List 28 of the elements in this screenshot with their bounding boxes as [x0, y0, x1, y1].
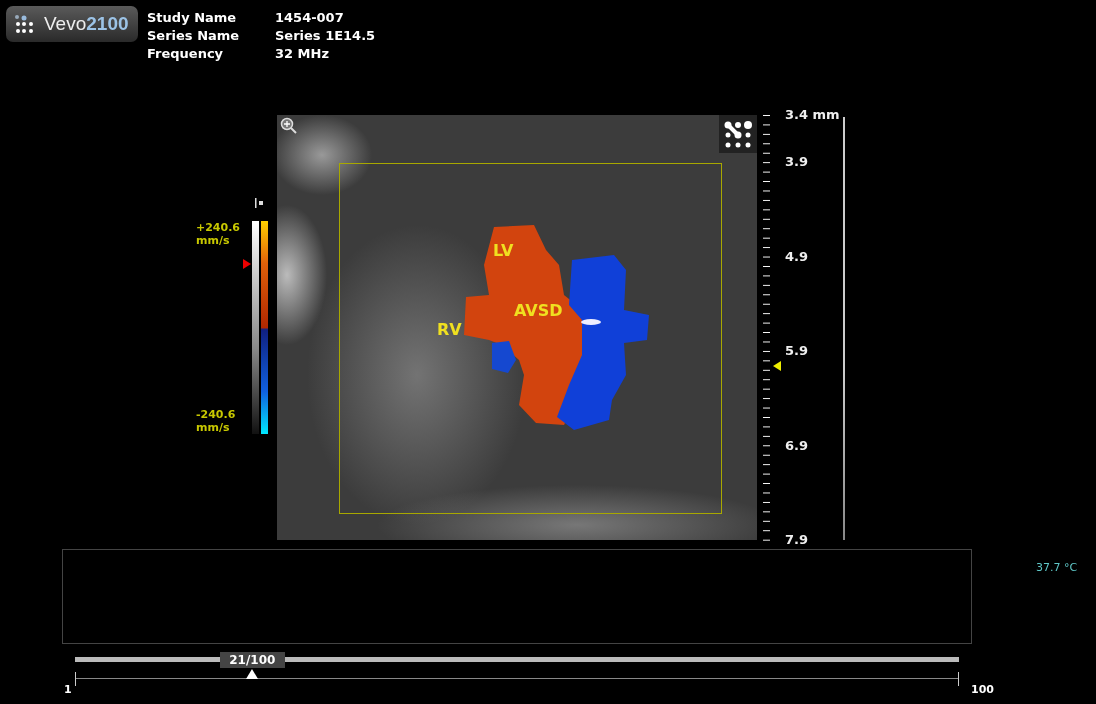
- info-label: Study Name: [147, 9, 238, 27]
- frame-max-label: 100: [971, 683, 994, 696]
- depth-label: 3.4 mm: [785, 107, 840, 123]
- frame-counter: 21/100: [219, 652, 285, 668]
- depth-label: 7.9: [785, 532, 809, 548]
- zoom-in-icon[interactable]: [280, 117, 297, 134]
- depth-label: 3.9: [785, 154, 809, 171]
- depth-label: 4.9: [785, 248, 809, 265]
- annotation-label: AVSD: [514, 301, 563, 320]
- info-label: Series Name: [147, 27, 241, 45]
- annotation-label: RV: [437, 320, 462, 339]
- frame-slider[interactable]: 21/100: [75, 652, 959, 680]
- depth-label: 6.9: [785, 437, 809, 454]
- logo-text: Vevo: [44, 13, 87, 35]
- depth-label: 5.9: [785, 343, 809, 360]
- info-value: 1454-007: [275, 9, 345, 27]
- velocity-min-label: -240.6 mm/s: [196, 408, 237, 434]
- dots-icon: [14, 14, 36, 34]
- info-value: 32 MHz: [275, 45, 330, 63]
- dots-icon: [719, 115, 757, 153]
- logo-model: 2100: [86, 13, 129, 35]
- temperature-reading: 37.7 °C: [1036, 561, 1078, 576]
- info-label: Frequency: [147, 45, 225, 63]
- frame-min-label: 1: [64, 683, 72, 696]
- bar-dot-icon: [255, 198, 264, 208]
- annotation-label: LV: [493, 241, 514, 260]
- velocity-max-label: +240.6 mm/s: [196, 221, 241, 247]
- info-value: Series 1E14.5: [275, 27, 376, 45]
